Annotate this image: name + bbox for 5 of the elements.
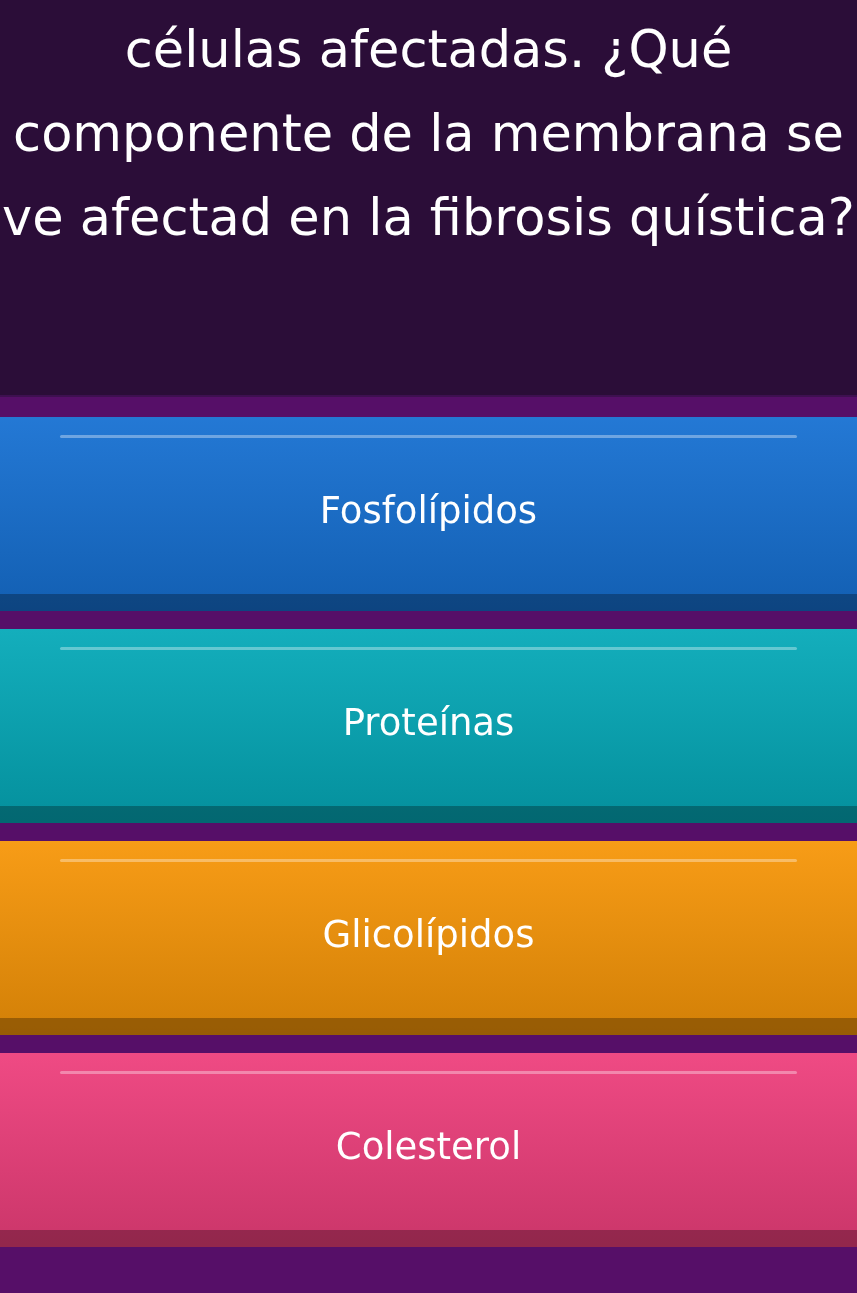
answer-button[interactable]: Proteínas [0, 629, 857, 823]
answer-button[interactable]: Glicolípidos [0, 841, 857, 1035]
question-text: células afectadas. ¿Qué componente de la membrana se ve afectad en la fibrosis quística? [1, 19, 856, 249]
answer-button[interactable]: Colesterol [0, 1053, 857, 1247]
answer-button[interactable]: Fosfolípidos [0, 417, 857, 611]
